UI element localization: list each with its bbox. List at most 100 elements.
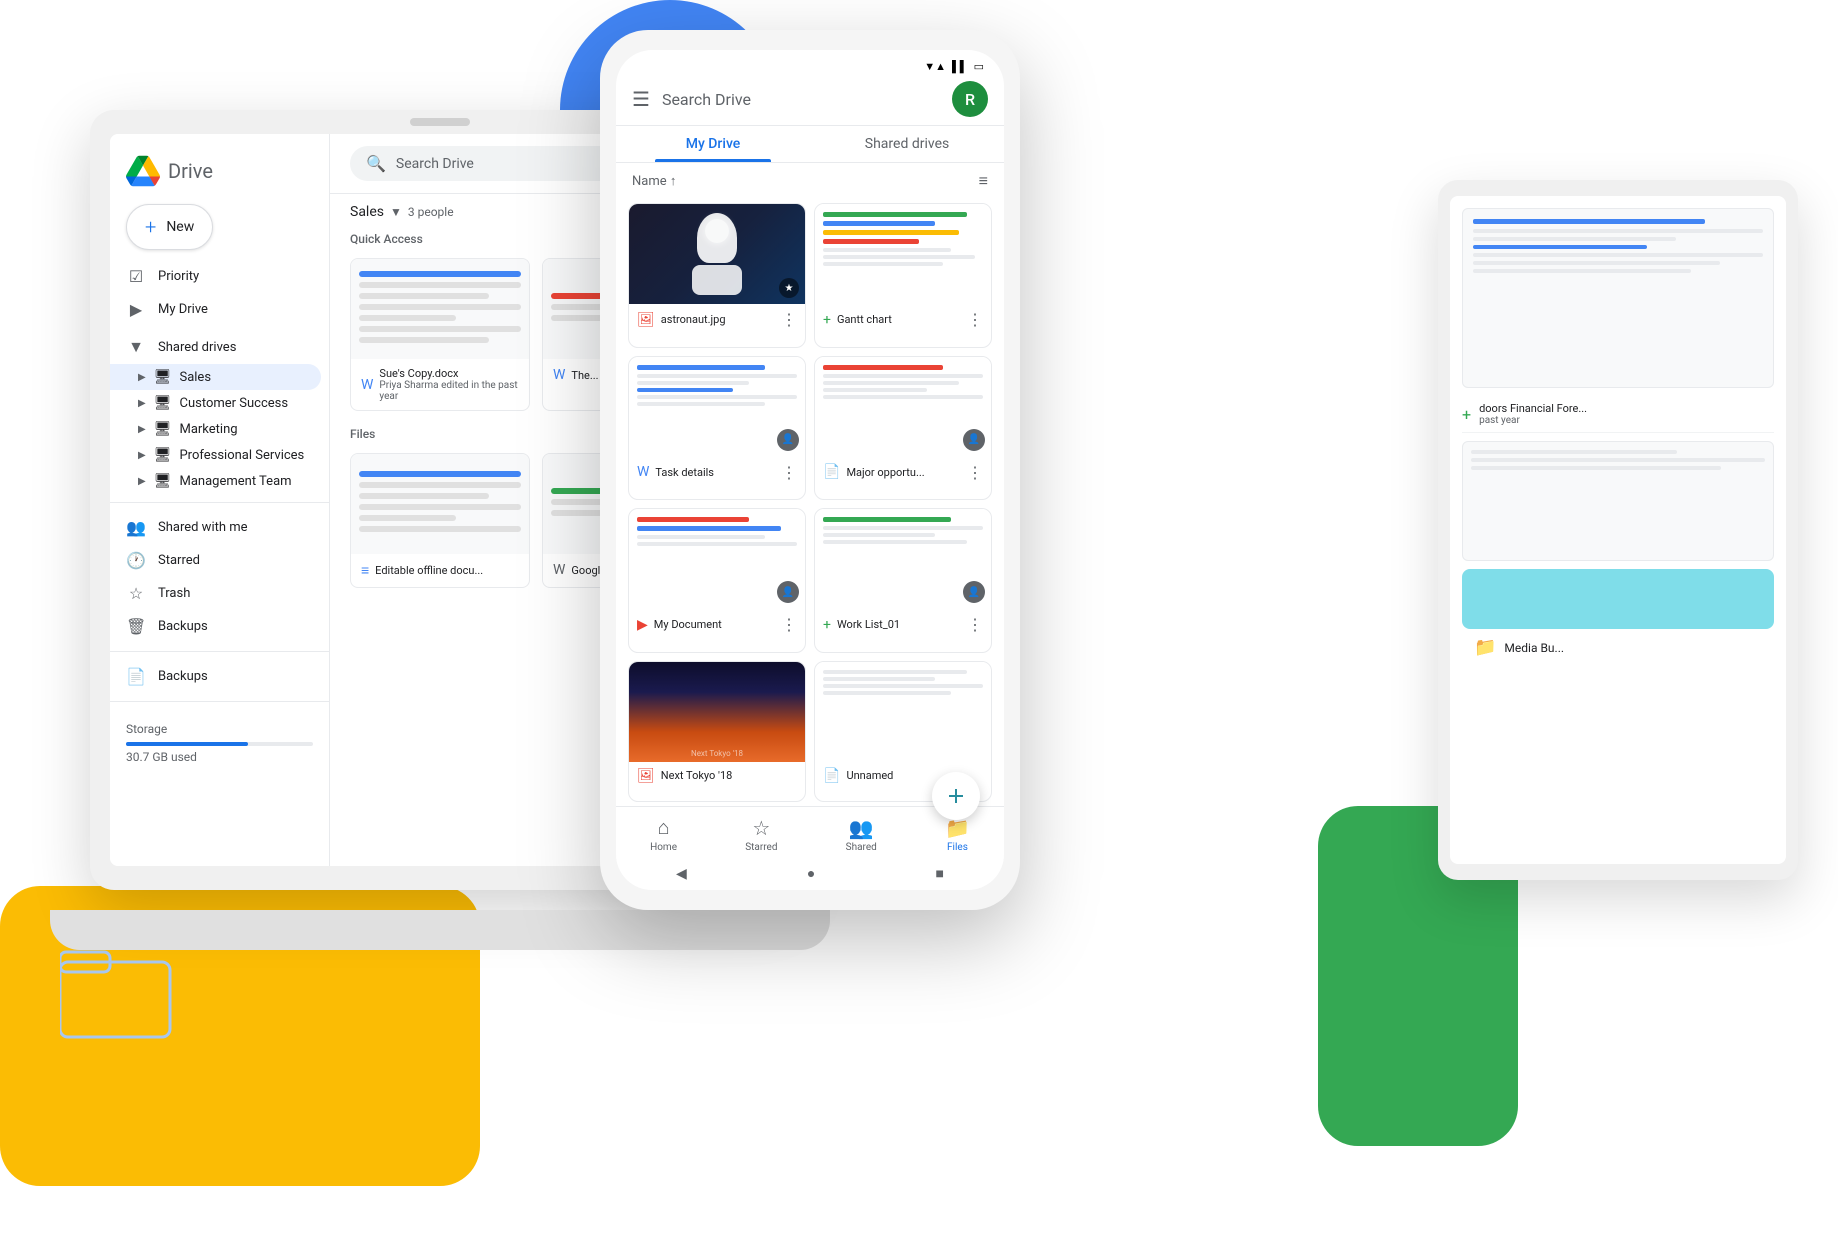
more-icon-gantt[interactable]: ⋮ [967,310,983,329]
file-left-tokyo: 🖼 Next Tokyo '18 [637,768,732,784]
shared-drive-sales[interactable]: ▶ 🖥 Sales [110,364,321,390]
tab-my-drive-label: My Drive [686,136,741,152]
doc-line [359,493,489,499]
phone-header: ☰ Search Drive R [616,77,1004,126]
file-info-gantt: + Gantt chart ⋮ [815,304,991,335]
doc-preview-1 [351,263,529,356]
storage-used: 30.7 GB used [126,750,313,764]
sort-label[interactable]: Name ↑ [632,173,676,189]
doc-line [359,326,521,332]
new-button[interactable]: + New [126,204,213,250]
file-card-task[interactable]: 👤 W Task details ⋮ [628,356,806,501]
doc-line [359,337,489,343]
tokyo-label: Next Tokyo '18 [691,749,743,758]
doc-line [359,504,521,510]
sidebar-item-priority[interactable]: ☑ Priority [110,260,321,293]
back-button[interactable]: ◀ [676,866,687,882]
recents-button[interactable]: ■ [935,865,943,882]
file-name-work-list: Work List_01 [837,618,900,631]
sidebar-item-trash[interactable]: 🗑 Backups [110,610,321,643]
file-name-2: The... [571,369,598,382]
home-button[interactable]: ● [807,865,815,882]
phone: ▼▲ ▌▌ ▭ ☰ Search Drive R My Drive Shared… [600,30,1020,910]
sidebar-item-label: Priority [158,269,199,284]
nav-item-files[interactable]: 📁 Files [945,816,970,853]
phone-search-input[interactable]: Search Drive [662,90,940,109]
tablet-doc-preview [1462,208,1774,388]
file-card-astronaut[interactable]: ★ 🖼 astronaut.jpg ⋮ [628,203,806,348]
sidebar-item-label: Shared drives [158,340,236,355]
shared-badge: 👤 [777,429,799,451]
file-name-astronaut: astronaut.jpg [661,313,726,326]
tab-shared-drives[interactable]: Shared drives [810,126,1004,162]
file-name-gantt: Gantt chart [837,313,892,326]
file-card-my-document[interactable]: 👤 ▶ My Document ⋮ [628,508,806,653]
tablet-folder-item[interactable]: 📁 Media Bu... [1462,629,1774,666]
tablet-second-preview [1462,441,1774,561]
sidebar-item-my-drive[interactable]: ▶ My Drive [110,293,321,326]
sidebar-item-shared-with-me[interactable]: 👥 Shared with me [110,511,321,544]
nav-label-starred: Starred [745,842,777,853]
file-card-major[interactable]: 👤 📄 Major opportu... ⋮ [814,356,992,501]
file-card-gantt[interactable]: + Gantt chart ⋮ [814,203,992,348]
phone-android-nav: ◀ ● ■ [616,857,1004,890]
tablet-body: + doors Financial Fore... past year 📁 [1438,180,1798,880]
shared-drive-folder-icon: 🖥 [154,369,172,385]
list-view-icon[interactable]: ≡ [979,171,988,191]
sidebar-item-starred[interactable]: ☆ Trash [110,577,321,610]
doc-line [359,282,521,288]
shared-drive-folder-icon: 🖥 [154,473,172,489]
doc-line [359,304,521,310]
sidebar-item-backups[interactable]: 📄 Backups [110,660,321,693]
shared-drive-marketing[interactable]: ▶ 🖥 Marketing [110,416,321,442]
more-icon-major[interactable]: ⋮ [967,463,983,482]
recent-icon: 🕐 [126,551,146,570]
expand-arrow-icon: ▶ [138,372,146,383]
doc-line [359,293,489,299]
trash-icon: 🗑 [126,617,146,636]
shared-drive-customer-success[interactable]: ▶ 🖥 Customer Success [110,390,321,416]
sidebar-item-recent[interactable]: 🕐 Starred [110,544,321,577]
sidebar-item-label: Trash [158,586,190,601]
tokyo-image: Next Tokyo '18 [629,662,805,762]
shared-drives-icon: ▼ [126,337,146,357]
tablet-file-row-1[interactable]: + doors Financial Fore... past year [1462,396,1774,433]
file-name-tokyo: Next Tokyo '18 [661,769,733,782]
file-info-major: 📄 Major opportu... ⋮ [815,457,991,488]
more-icon-astronaut[interactable]: ⋮ [781,310,797,329]
file-card-tokyo[interactable]: Next Tokyo '18 🖼 Next Tokyo '18 [628,661,806,803]
tablet-teal-shape [1462,569,1774,629]
file-preview-gantt [815,204,991,304]
sidebar-item-shared-drives[interactable]: ▼ Shared drives [110,330,321,364]
tab-my-drive[interactable]: My Drive [616,126,810,162]
avatar[interactable]: R [952,81,988,117]
doc-icon: W [553,367,565,383]
tablet-content: + doors Financial Fore... past year 📁 [1450,196,1786,678]
more-icon-task[interactable]: ⋮ [781,463,797,482]
phone-files-grid: ★ 🖼 astronaut.jpg ⋮ [616,199,1004,806]
home-nav-icon: ⌂ [658,815,670,840]
doc-line [359,315,456,321]
more-icon-my-document[interactable]: ⋮ [781,615,797,634]
nav-item-shared[interactable]: 👥 Shared [846,816,877,853]
fab-button[interactable] [932,772,980,820]
file-card-1[interactable]: W Sue's Copy.docx Priya Sharma edited in… [350,258,530,411]
sidebar-divider [110,502,329,503]
more-icon-work-list[interactable]: ⋮ [967,615,983,634]
shared-drive-management-team[interactable]: ▶ 🖥 Management Team [110,468,321,494]
storage-label: Storage [126,722,167,736]
phone-tabs: My Drive Shared drives [616,126,1004,163]
backups-icon: 📄 [126,667,146,686]
nav-item-starred[interactable]: ☆ Starred [745,816,777,853]
search-input[interactable]: Search Drive [396,156,474,172]
menu-icon[interactable]: ☰ [632,87,650,111]
file-card-3[interactable]: ≡ Editable offline docu... [350,453,530,588]
wifi-icon: ▼▲ [924,60,946,73]
phone-list-header: Name ↑ ≡ [616,163,1004,199]
shared-drive-professional-services[interactable]: ▶ 🖥 Professional Services [110,442,321,468]
image-icon-2: 🖼 [637,768,655,784]
file-left-astronaut: 🖼 astronaut.jpg [637,312,726,328]
file-card-work-list[interactable]: 👤 + Work List_01 ⋮ [814,508,992,653]
search-icon: 🔍 [366,154,386,173]
nav-item-home[interactable]: ⌂ Home [650,815,677,853]
